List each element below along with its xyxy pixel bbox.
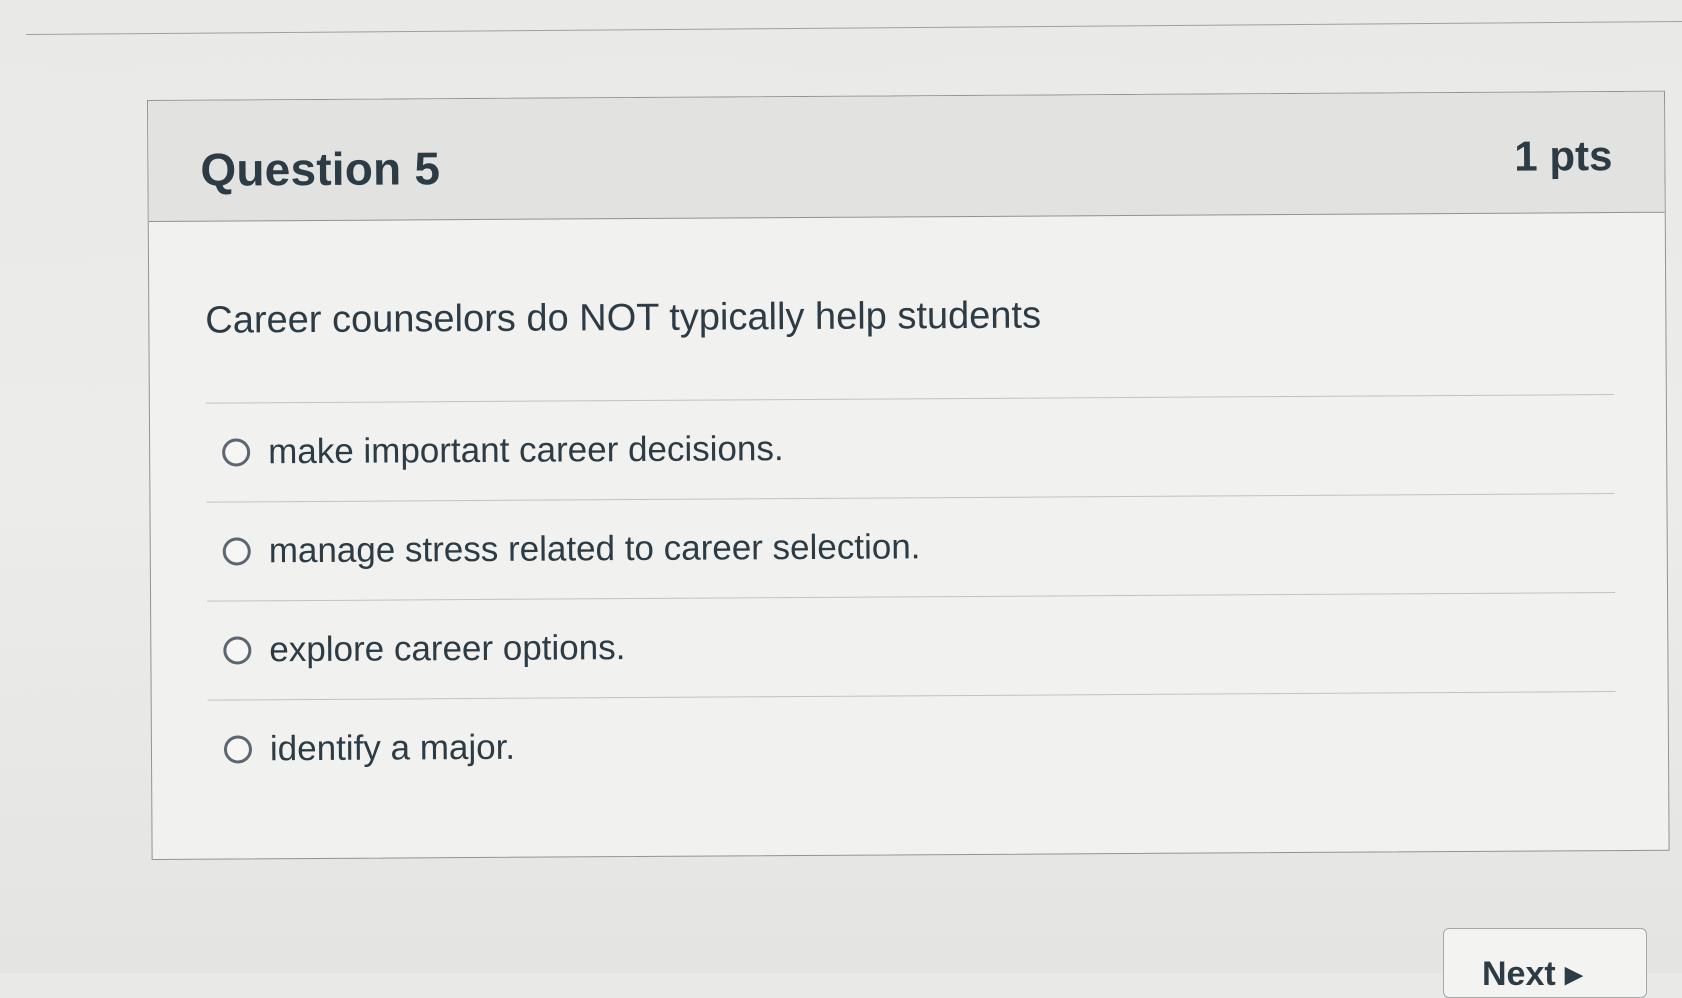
question-card: Question 5 1 pts Career counselors do NO… [147, 90, 1670, 860]
question-header: Question 5 1 pts [148, 91, 1665, 222]
radio-button[interactable] [222, 438, 251, 467]
radio-button[interactable] [223, 636, 252, 665]
question-points: 1 pts [1514, 132, 1613, 180]
answer-option-1[interactable]: make important career decisions. [205, 395, 1615, 503]
answer-option-4[interactable]: identify a major. [208, 692, 1617, 799]
answer-list: make important career decisions. manage … [205, 394, 1617, 799]
page-divider [25, 20, 1682, 35]
question-title: Question 5 [200, 142, 441, 196]
radio-button[interactable] [222, 537, 251, 566]
answer-option-2[interactable]: manage stress related to career selectio… [206, 494, 1616, 602]
question-body: Career counselors do NOT typically help … [149, 213, 1668, 799]
question-prompt: Career counselors do NOT typically help … [205, 294, 1042, 342]
answer-label[interactable]: make important career decisions. [268, 429, 784, 472]
answer-label[interactable]: identify a major. [270, 728, 515, 769]
answer-label[interactable]: explore career options. [269, 628, 625, 670]
answer-label[interactable]: manage stress related to career selectio… [269, 527, 921, 571]
answer-option-3[interactable]: explore career options. [207, 593, 1616, 701]
radio-button[interactable] [223, 735, 253, 764]
next-button[interactable]: Next ▸ [1443, 928, 1647, 998]
